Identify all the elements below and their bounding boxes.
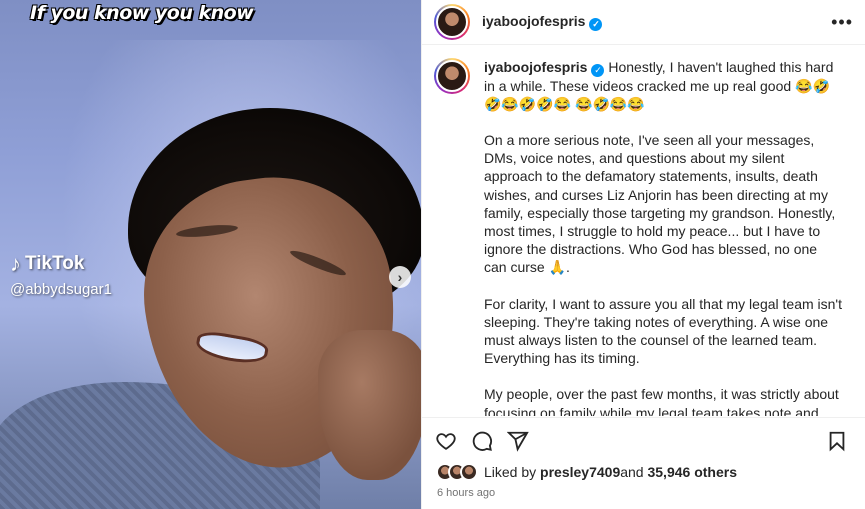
post-timestamp[interactable]: 6 hours ago [437,487,495,499]
caption-username[interactable]: iyaboojofespris [484,59,587,75]
caption-scroll-area[interactable]: iyaboojofespris ✓ Honestly, I haven't lau… [422,46,865,416]
caption-verified-badge-icon: ✓ [591,63,605,77]
caption-paragraph: For clarity, I want to assure you all th… [484,295,842,367]
post-media[interactable]: If you know you know ♪ TikTok @abbydsuga… [0,0,421,509]
likes-summary: Liked by presley7409 and 35,946 others [436,463,737,481]
chevron-right-icon: › [397,269,403,285]
caption-intro: iyaboojofespris ✓ Honestly, I haven't lau… [484,58,842,113]
caption-author-avatar[interactable] [434,58,470,94]
post-actions-bar [422,417,865,463]
post-header: iyaboojofespris ✓ ••• [422,0,865,45]
author-avatar[interactable] [434,4,470,40]
caption-paragraph: On a more serious note, I've seen all yo… [484,132,836,276]
save-button[interactable] [825,429,849,453]
paper-plane-icon [507,431,529,452]
author-username-text[interactable]: iyaboojofespris [482,13,585,29]
more-options-button[interactable]: ••• [831,12,853,33]
author-username[interactable]: iyaboojofespris ✓ [482,13,603,31]
post-side-panel: iyaboojofespris ✓ ••• iyaboojofespris ✓ Ho… [421,0,865,509]
caption-author-avatar-image [436,60,468,92]
video-caption-overlay: If you know you know [30,2,254,24]
likes-count-link[interactable]: 35,946 others [647,464,737,480]
likes-middle: and [620,464,644,480]
comment-button[interactable] [470,429,494,453]
like-button[interactable] [434,429,458,453]
share-button[interactable] [506,429,530,453]
comment-icon [472,431,492,451]
verified-badge-icon: ✓ [589,18,603,31]
caption-paragraph: My people, over the past few months, it … [484,386,839,416]
heart-icon [436,432,456,450]
tiktok-handle: @abbydsugar1 [10,281,112,298]
tiktok-logo-icon: ♪ [10,251,21,276]
caption-text: iyaboojofespris ✓ Honestly, I haven't lau… [484,58,842,416]
author-avatar-image [436,6,468,38]
tiktok-brand-label: TikTok [25,253,85,274]
tiktok-watermark: ♪ TikTok [10,251,84,277]
likes-prefix: Liked by [484,464,537,480]
liker-avatar[interactable] [460,463,478,481]
liker-avatars [436,463,478,481]
next-media-button[interactable]: › [389,266,411,288]
liker-username[interactable]: presley7409 [540,464,620,480]
bookmark-icon [829,431,845,451]
